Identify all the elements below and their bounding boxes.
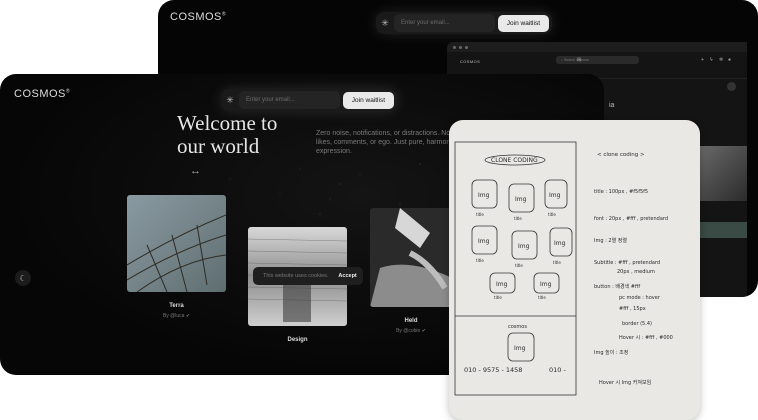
svg-text:Subtitle : #fff , pretendard: Subtitle : #fff , pretendard [594, 260, 660, 266]
svg-text:Hover 시 Img 커져보임: Hover 시 Img 커져보임 [599, 379, 651, 386]
app-header: COSMOS ⌕ Search Cosmos ⊞ + ϟ ✲ ● [447, 52, 747, 70]
logo[interactable]: COSMOS® [170, 11, 226, 23]
svg-text:cosmos: cosmos [508, 324, 527, 330]
svg-text:Img: Img [540, 281, 552, 288]
card-title: Held [404, 318, 418, 324]
sketch-title: CLONE CODING [491, 157, 538, 164]
svg-text:Img: Img [496, 281, 508, 288]
card-image[interactable] [126, 195, 227, 293]
svg-text:Img: Img [518, 243, 530, 250]
card-title: Terra [169, 303, 184, 309]
card-byline[interactable]: By @cobin ✔ [370, 328, 452, 334]
svg-text:Hover 시 : #fff , #000: Hover 시 : #fff , #000 [619, 335, 673, 341]
add-icon[interactable]: + [701, 57, 704, 63]
loader-icon: ✳ [226, 94, 234, 105]
svg-text:title: title [538, 295, 546, 300]
avatar[interactable]: ● [728, 57, 731, 63]
join-waitlist-button[interactable]: Join waitlist [342, 91, 394, 109]
email-input[interactable]: Enter your email... [394, 14, 495, 32]
gallery-image[interactable] [697, 146, 747, 201]
svg-text:Img: Img [478, 238, 490, 245]
wireframe-sketch: CLONE CODING Img Img Img Img Img Img Img… [449, 120, 700, 420]
svg-text:font : 20px , #fff , pretendar: font : 20px , #fff , pretendard [594, 216, 668, 222]
svg-text:title: title [548, 212, 556, 217]
card-title: Design [287, 337, 308, 343]
card-held[interactable]: Held By @cobin ✔ [370, 208, 452, 334]
app-search-input[interactable]: ⌕ Search Cosmos [556, 56, 639, 64]
svg-text:Img: Img [514, 345, 526, 352]
svg-text:< clone coding >: < clone coding > [597, 152, 645, 158]
bolt-icon[interactable]: ϟ [710, 57, 713, 63]
svg-text:010 -: 010 - [549, 366, 566, 374]
app-logo[interactable]: COSMOS [460, 59, 480, 64]
waitlist-bar: ✳ Enter your email... Join waitlist [376, 12, 552, 34]
svg-text:title: title [515, 263, 523, 268]
cookie-banner: This website uses cookies. Accept [253, 267, 363, 285]
theme-toggle-icon[interactable]: ☾ [15, 270, 31, 286]
card-design[interactable]: Design [247, 227, 348, 343]
app-titlebar [447, 42, 747, 52]
accept-button[interactable]: Accept [338, 273, 356, 279]
svg-text:title: title [514, 216, 522, 221]
svg-text:Img: Img [478, 192, 490, 199]
svg-text:Img 높이 : 조정: Img 높이 : 조정 [594, 349, 628, 356]
card-terra[interactable]: Terra By @luca ✔ [126, 195, 227, 319]
settings-icon[interactable]: ✲ [719, 57, 723, 63]
tagline: Zero noise, notifications, or distractio… [316, 130, 464, 155]
join-waitlist-button[interactable]: Join waitlist [497, 14, 549, 32]
page-title: Welcome to our world [177, 111, 278, 158]
svg-text:#fff , 15px: #fff , 15px [619, 306, 646, 312]
svg-text:title: title [476, 212, 484, 217]
svg-text:20px , medium: 20px , medium [617, 269, 655, 275]
cookie-text: This website uses cookies. [263, 273, 329, 279]
svg-text:title: title [553, 260, 561, 265]
card-byline[interactable]: By @luca ✔ [127, 313, 226, 319]
options-icon[interactable] [727, 82, 736, 91]
svg-text:Img: Img [549, 192, 561, 199]
card-image[interactable] [370, 208, 452, 307]
svg-text:title : 100px , #f5f5f5: title : 100px , #f5f5f5 [594, 189, 648, 195]
svg-text:pc mode : hover: pc mode : hover [619, 295, 661, 301]
svg-text:Img: Img [515, 196, 527, 203]
profile-name: ia [609, 102, 615, 109]
svg-text:title: title [494, 295, 502, 300]
gallery-image[interactable] [697, 222, 747, 238]
svg-text:010 - 9575 - 1458: 010 - 9575 - 1458 [464, 366, 522, 374]
scroll-arrow-icon[interactable]: ↔ [190, 165, 201, 177]
filter-icon[interactable]: ⊞ [577, 57, 581, 63]
svg-text:Img : 2열 정렬: Img : 2열 정렬 [594, 237, 627, 244]
sketch-drawing: CLONE CODING Img Img Img Img Img Img Img… [454, 141, 673, 396]
logo[interactable]: COSMOS® [14, 88, 70, 100]
svg-text:border (5.4): border (5.4) [622, 321, 652, 327]
loader-icon: ✳ [381, 17, 389, 28]
svg-text:title: title [476, 258, 484, 263]
svg-text:button : 배경색 #fff: button : 배경색 #fff [594, 283, 640, 290]
svg-text:Img: Img [554, 240, 566, 247]
waitlist-bar: ✳ Enter your email... Join waitlist [221, 89, 397, 111]
email-input[interactable]: Enter your email... [239, 91, 340, 109]
